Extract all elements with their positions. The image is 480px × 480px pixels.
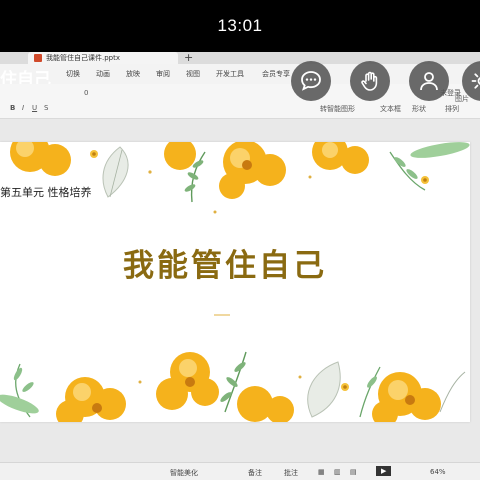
file-tab-label: 我能管住自己课件.pptx [46, 54, 120, 62]
app-status-bar: 智能美化 备注 批注 ▦ ▥ ▤ ▶ 64% [0, 462, 480, 480]
menu-view[interactable]: 视图 [186, 69, 200, 79]
play-icon[interactable]: ▶ [376, 466, 392, 476]
file-tab[interactable]: 我能管住自己课件.pptx [28, 52, 178, 64]
menu-animation[interactable]: 动画 [96, 69, 110, 79]
pptx-file-icon [34, 54, 42, 62]
chat-icon [301, 71, 321, 91]
italic-icon[interactable]: I [22, 104, 24, 112]
comments-button[interactable]: 批注 [284, 468, 298, 478]
menu-transition[interactable]: 切换 [66, 69, 80, 79]
wave-hand-icon [361, 71, 378, 91]
textbox-button[interactable]: 文本框 [380, 104, 401, 114]
sorter-view-icon[interactable]: ▥ [334, 468, 341, 476]
participants-button[interactable] [409, 61, 449, 101]
new-tab-button[interactable]: + [184, 52, 193, 64]
reading-view-icon[interactable]: ▤ [350, 468, 357, 476]
strikethrough-icon[interactable]: S [44, 104, 48, 112]
beautify-button[interactable]: 智能美化 [170, 468, 198, 478]
bold-icon[interactable]: B [10, 104, 15, 112]
normal-view-icon[interactable]: ▦ [318, 468, 325, 476]
shape-button[interactable]: 形状 [412, 104, 426, 114]
presentation-app: 我能管住自己课件.pptx + 住自己 切换 动画 放映 审阅 视图 开发工具 … [0, 52, 480, 480]
underline-icon[interactable]: U [32, 104, 37, 112]
font-size-field[interactable]: 0 [84, 89, 88, 97]
unit-subtitle: 第五单元 性格培养 [0, 186, 92, 199]
arrange-button[interactable]: 排列 [445, 104, 459, 114]
menu-slideshow[interactable]: 放映 [126, 69, 140, 79]
slide-canvas[interactable]: 第五单元 性格培养 我能管住自己 [0, 142, 470, 422]
title-divider [214, 314, 230, 316]
slide-title: 我能管住自己 [123, 248, 327, 284]
smart-shape-button[interactable]: 转智能图形 [320, 104, 355, 114]
chat-button[interactable] [291, 61, 331, 101]
document-tab-bar: 我能管住自己课件.pptx + [0, 52, 480, 64]
menu-member[interactable]: 会员专享 [262, 69, 290, 79]
gear-icon [471, 73, 480, 89]
phone-status-bar: 13:01 [0, 0, 480, 52]
menu-developer[interactable]: 开发工具 [216, 69, 244, 79]
image-button[interactable]: 图片 [455, 94, 469, 104]
zoom-level[interactable]: 64% [430, 468, 446, 476]
ribbon-toolbar: 0 B I U S 转智能图形 文本框 形状 排列 未登录 图片 [0, 84, 480, 119]
person-icon [420, 72, 438, 91]
clock: 13:01 [217, 16, 263, 35]
raise-hand-button[interactable] [350, 61, 390, 101]
notes-button[interactable]: 备注 [248, 468, 262, 478]
menu-review[interactable]: 审阅 [156, 69, 170, 79]
menu-bar: 住自己 切换 动画 放映 审阅 视图 开发工具 会员专享 [0, 64, 480, 90]
